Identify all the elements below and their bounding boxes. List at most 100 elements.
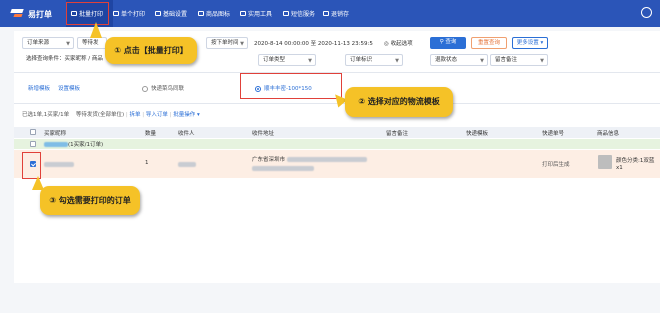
logo-icon bbox=[11, 8, 23, 20]
nav-label: 实用工具 bbox=[248, 11, 273, 18]
date-range-input[interactable]: 2020-8-14 00:00:00 至 2020-11-13 23:59:5 bbox=[254, 39, 373, 47]
message-icon bbox=[283, 11, 289, 16]
template-option-1[interactable]: 快递菜鸟同联 bbox=[142, 84, 184, 92]
set-template-link[interactable]: 设置模板 bbox=[58, 84, 80, 92]
nav-label: 基础设置 bbox=[163, 11, 188, 18]
col-qty: 数量 bbox=[145, 131, 157, 137]
add-template-link[interactable]: 新增模板 bbox=[28, 84, 50, 92]
nav-label: 商品图标 bbox=[206, 11, 231, 18]
col-address: 收件地址 bbox=[252, 131, 275, 137]
nav-inventory[interactable]: 退销存 bbox=[323, 0, 349, 27]
nav-label: 短信服务 bbox=[291, 11, 316, 18]
batch-operation-link[interactable]: 批量操作 bbox=[173, 112, 195, 118]
radio-icon bbox=[142, 85, 148, 92]
buyer-name-redacted bbox=[44, 162, 74, 167]
address-prefix: 广东省深圳市 bbox=[252, 157, 286, 163]
refund-status-select[interactable]: 退款状态 ▼ bbox=[430, 54, 488, 66]
reset-query-button[interactable]: 重置查询 bbox=[471, 37, 507, 49]
order-source-select[interactable]: 订单来源 ▼ bbox=[22, 37, 74, 49]
import-order-link[interactable]: 导入订单 bbox=[146, 112, 168, 118]
chevron-down-icon: ▼ bbox=[308, 58, 312, 64]
address-line-2 bbox=[252, 165, 314, 172]
more-settings-label: 更多设置 bbox=[516, 40, 539, 46]
nav-label: 单个打印 bbox=[121, 11, 146, 18]
query-condition-select[interactable]: 选择查询条件：买家昵称 / 商品 bbox=[22, 54, 108, 66]
image-icon bbox=[198, 11, 204, 16]
nav-basic-settings[interactable]: 基础设置 bbox=[155, 0, 187, 27]
app-logo-text: 易打单 bbox=[28, 9, 52, 19]
selection-summary: 已选1单,1买家/1单 等待发货(全部单位) | 拆单 | 导入订单 | 批量操… bbox=[22, 112, 200, 118]
document-icon bbox=[323, 11, 329, 16]
select-value: 留言备注 bbox=[495, 57, 518, 63]
order-time-select[interactable]: 按下单时间 ▼ bbox=[206, 37, 248, 49]
query-button-label: 查询 bbox=[445, 39, 457, 45]
col-recipient: 收件人 bbox=[178, 131, 195, 137]
col-remark: 留言备注 bbox=[386, 131, 409, 137]
table-row[interactable]: 1 广东省深圳市 打印后生成 颜色分类:1双蓝 x1 bbox=[14, 150, 660, 178]
buyer-name-cell bbox=[44, 161, 74, 168]
qty-cell: 1 bbox=[145, 160, 149, 166]
template-option-label: 快递菜鸟同联 bbox=[151, 86, 185, 92]
nav-product-icons[interactable]: 商品图标 bbox=[198, 0, 230, 27]
table-header: 买家昵称 数量 收件人 收件地址 留言备注 快递模板 快递单号 商品信息 bbox=[14, 127, 660, 138]
callout-select-order: ③ 勾选需要打印的订单 bbox=[40, 186, 140, 215]
col-tracking: 快递单号 bbox=[542, 131, 565, 137]
tracking-cell: 打印后生成 bbox=[542, 162, 570, 168]
chevron-down-icon: ▼ bbox=[240, 41, 244, 47]
template-highlight-box bbox=[240, 73, 342, 99]
query-button[interactable]: ⚲ 查询 bbox=[430, 37, 466, 49]
buyer-name-redacted bbox=[44, 142, 68, 147]
collect-options-label: 收起选项 bbox=[390, 41, 413, 47]
printer-icon bbox=[113, 11, 119, 16]
callout-batch-print: ① 点击【批量打印】 bbox=[105, 37, 197, 64]
select-value: 等待发 bbox=[82, 40, 99, 46]
recipient-cell bbox=[178, 161, 196, 168]
col-buyer: 买家昵称 bbox=[44, 131, 67, 137]
nav-sms[interactable]: 短信服务 bbox=[283, 0, 315, 27]
select-all-checkbox[interactable] bbox=[30, 129, 36, 135]
nav-label: 退销存 bbox=[331, 11, 350, 18]
select-value: 订单类型 bbox=[263, 57, 286, 63]
remark-select[interactable]: 留言备注 ▼ bbox=[490, 54, 548, 66]
recipient-redacted bbox=[178, 162, 196, 167]
collect-options-link[interactable]: ◎ 收起选项 bbox=[384, 39, 413, 47]
checkbox-highlight-box bbox=[22, 152, 41, 179]
nav-tools[interactable]: 实用工具 bbox=[240, 0, 272, 27]
selected-count-text: 已选1单,1买家/1单 bbox=[22, 112, 70, 118]
batch-print-highlight-box bbox=[66, 2, 109, 25]
select-value: 订单标识 bbox=[350, 57, 373, 63]
app-logo[interactable]: 易打单 bbox=[11, 6, 52, 22]
wait-ship-text: 等待发货(全部单位) bbox=[75, 112, 125, 118]
group-count: (1买家/1订单) bbox=[68, 142, 104, 148]
more-settings-button[interactable]: 更多设置 ▾ bbox=[512, 37, 548, 49]
callout-1-tail bbox=[90, 22, 102, 38]
select-value: 按下单时间 bbox=[211, 40, 239, 46]
address-redacted bbox=[287, 157, 368, 162]
wrench-icon bbox=[240, 11, 246, 16]
settings-icon[interactable] bbox=[641, 7, 652, 18]
address-redacted bbox=[252, 166, 314, 171]
monitor-icon bbox=[155, 11, 161, 16]
select-value: 退款状态 bbox=[435, 57, 458, 63]
chevron-down-icon: ▾ bbox=[195, 112, 200, 118]
buyer-group-row: (1买家/1订单) bbox=[14, 139, 660, 149]
split-order-link[interactable]: 拆单 bbox=[130, 112, 141, 118]
group-checkbox[interactable] bbox=[30, 141, 36, 147]
chevron-down-icon: ▼ bbox=[395, 58, 399, 64]
product-qty: x1 bbox=[616, 165, 623, 171]
select-value: 订单来源 bbox=[27, 40, 50, 46]
nav-single-print[interactable]: 单个打印 bbox=[113, 0, 145, 27]
product-variant: 颜色分类:1双蓝 bbox=[616, 158, 655, 164]
address-cell: 广东省深圳市 bbox=[252, 155, 368, 163]
chevron-down-icon: ▾ bbox=[540, 40, 544, 46]
col-product: 商品信息 bbox=[597, 131, 620, 137]
product-thumbnail bbox=[598, 155, 612, 169]
col-template: 快递模板 bbox=[466, 131, 489, 137]
order-flag-select[interactable]: 订单标识 ▼ bbox=[345, 54, 403, 66]
chevron-down-icon: ▼ bbox=[540, 58, 544, 64]
chevron-down-icon: ▼ bbox=[66, 41, 70, 47]
chevron-down-icon: ▼ bbox=[480, 58, 484, 64]
wait-ship-select[interactable]: 等待发 bbox=[77, 37, 107, 49]
callout-select-template: ② 选择对应的物流模板 bbox=[345, 87, 453, 117]
order-type-select[interactable]: 订单类型 ▼ bbox=[258, 54, 316, 66]
